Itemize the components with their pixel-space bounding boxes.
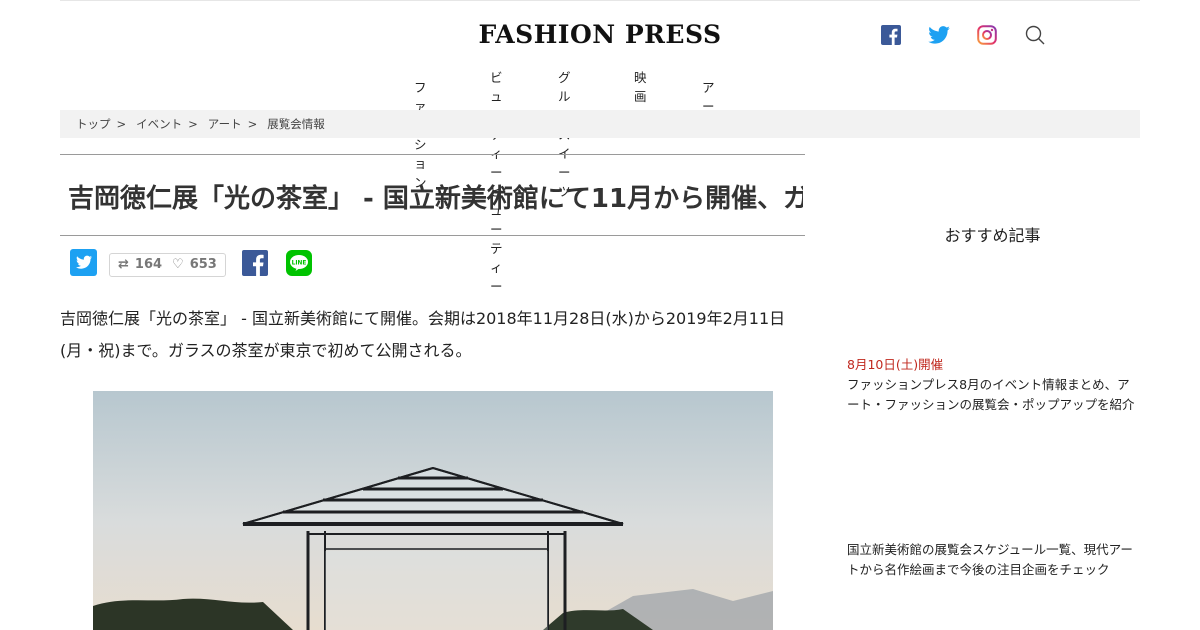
sidebar-article-text: 国立新美術館の展覧会スケジュール一覧、現代アートから名作絵画まで今後の注目企画を…: [847, 542, 1133, 577]
retweet-icon: ⇄: [118, 257, 129, 272]
search-icon[interactable]: [1024, 24, 1046, 46]
sidebar-article-text: ファッションプレス8月のイベント情報まとめ、アート・ファッションの展覧会・ポップ…: [847, 377, 1135, 412]
breadcrumb-item-current[interactable]: 展覧会情報: [267, 116, 325, 132]
nav-item-movie[interactable]: 映画: [634, 68, 647, 106]
retweet-count: 164: [134, 257, 163, 272]
header-social-links: [880, 24, 1046, 46]
title-top-rule: [60, 154, 805, 155]
breadcrumb-item-event[interactable]: イベント: [136, 116, 182, 132]
article-lead: 吉岡徳仁展「光の茶室」 - 国立新美術館にて開催。会期は2018年11月28日(…: [60, 309, 786, 360]
svg-text:LINE: LINE: [292, 260, 307, 266]
header-top-rule: [60, 0, 1140, 1]
twitter-icon[interactable]: [928, 24, 950, 46]
share-counts: ⇄ 164 ♡ 653: [109, 252, 226, 277]
title-bottom-rule: [60, 235, 805, 236]
sidebar-article[interactable]: 国立新美術館の展覧会スケジュール一覧、現代アートから名作絵画まで今後の注目企画を…: [847, 540, 1137, 580]
line-share-icon[interactable]: LINE: [285, 249, 312, 280]
facebook-icon[interactable]: [880, 24, 902, 46]
breadcrumb-separator: >: [247, 117, 258, 131]
sidebar-article-date: 8月10日(土)開催: [847, 357, 944, 372]
share-bar: ⇄ 164 ♡ 653 LINE: [70, 249, 312, 280]
sidebar-article[interactable]: 8月10日(土)開催 ファッションプレス8月のイベント情報まとめ、アート・ファッ…: [847, 355, 1137, 415]
breadcrumb-separator: >: [116, 117, 127, 131]
breadcrumb-item-top[interactable]: トップ: [76, 116, 111, 132]
article-title: 吉岡徳仁展「光の茶室」 - 国立新美術館にて11月から開催、ガラスの茶室が都内初…: [68, 184, 803, 214]
breadcrumb-item-art[interactable]: アート: [208, 116, 242, 132]
breadcrumb-separator: >: [188, 117, 198, 131]
facebook-share-icon[interactable]: [241, 249, 268, 280]
twitter-share-icon[interactable]: [70, 249, 97, 280]
sidebar-heading: おすすめ記事: [944, 226, 1041, 245]
article-main-image: [93, 391, 773, 630]
heart-icon: ♡: [172, 257, 184, 272]
breadcrumb: トップ > イベント > アート > 展覧会情報: [60, 110, 1140, 138]
instagram-icon[interactable]: [976, 24, 998, 46]
nav-item-label: 映画: [634, 70, 647, 104]
like-count: 653: [189, 257, 217, 272]
